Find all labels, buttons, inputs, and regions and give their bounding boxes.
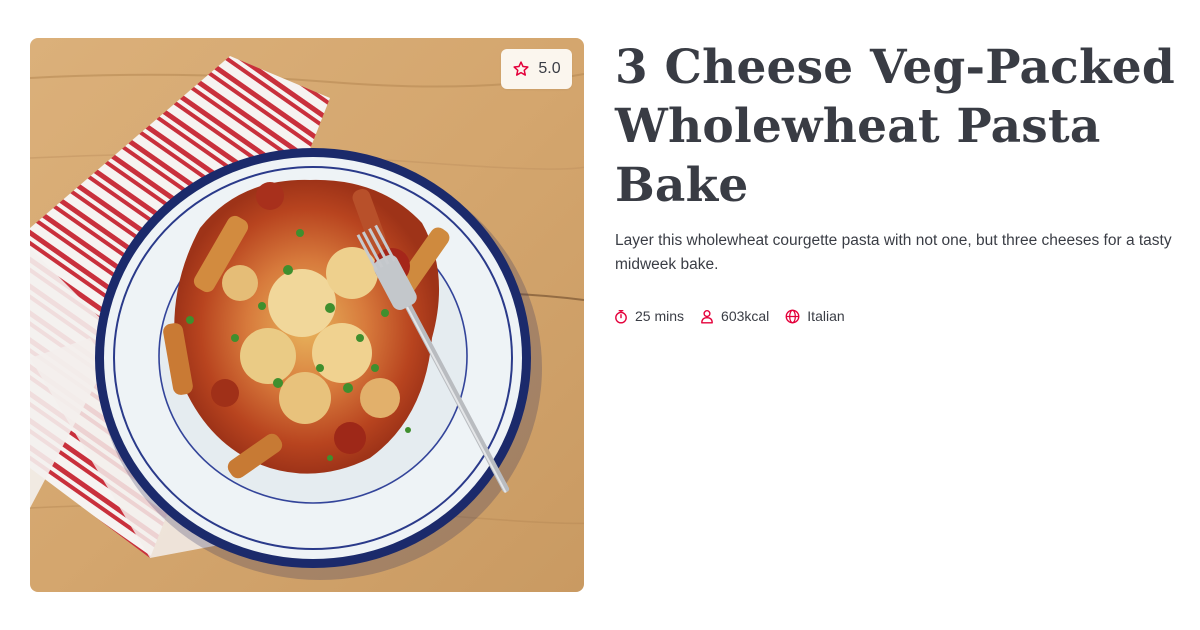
recipe-photo <box>30 38 584 592</box>
recipe-image[interactable] <box>30 38 584 592</box>
recipe-title[interactable]: 3 Cheese Veg-Packed Wholewheat Pasta Bak… <box>615 38 1175 215</box>
recipe-meta: 25 mins 603kcal Italian <box>614 308 845 324</box>
meta-time-label: 25 mins <box>635 308 685 324</box>
star-icon <box>512 60 530 78</box>
meta-cuisine-label: Italian <box>807 308 845 324</box>
globe-icon <box>785 309 800 324</box>
person-icon <box>700 309 714 324</box>
rating-badge[interactable]: 5.0 <box>501 49 572 89</box>
recipe-description: Layer this wholewheat courgette pasta wi… <box>615 232 1172 273</box>
stopwatch-icon <box>614 309 628 324</box>
recipe-card: 5.0 3 Cheese Veg-Packed Wholewheat Pasta… <box>0 0 1200 630</box>
meta-time: 25 mins <box>614 308 684 324</box>
meta-calories-label: 603kcal <box>721 308 770 324</box>
meta-cuisine: Italian <box>785 308 845 324</box>
meta-calories: 603kcal <box>700 308 769 324</box>
rating-value: 5.0 <box>538 60 561 77</box>
